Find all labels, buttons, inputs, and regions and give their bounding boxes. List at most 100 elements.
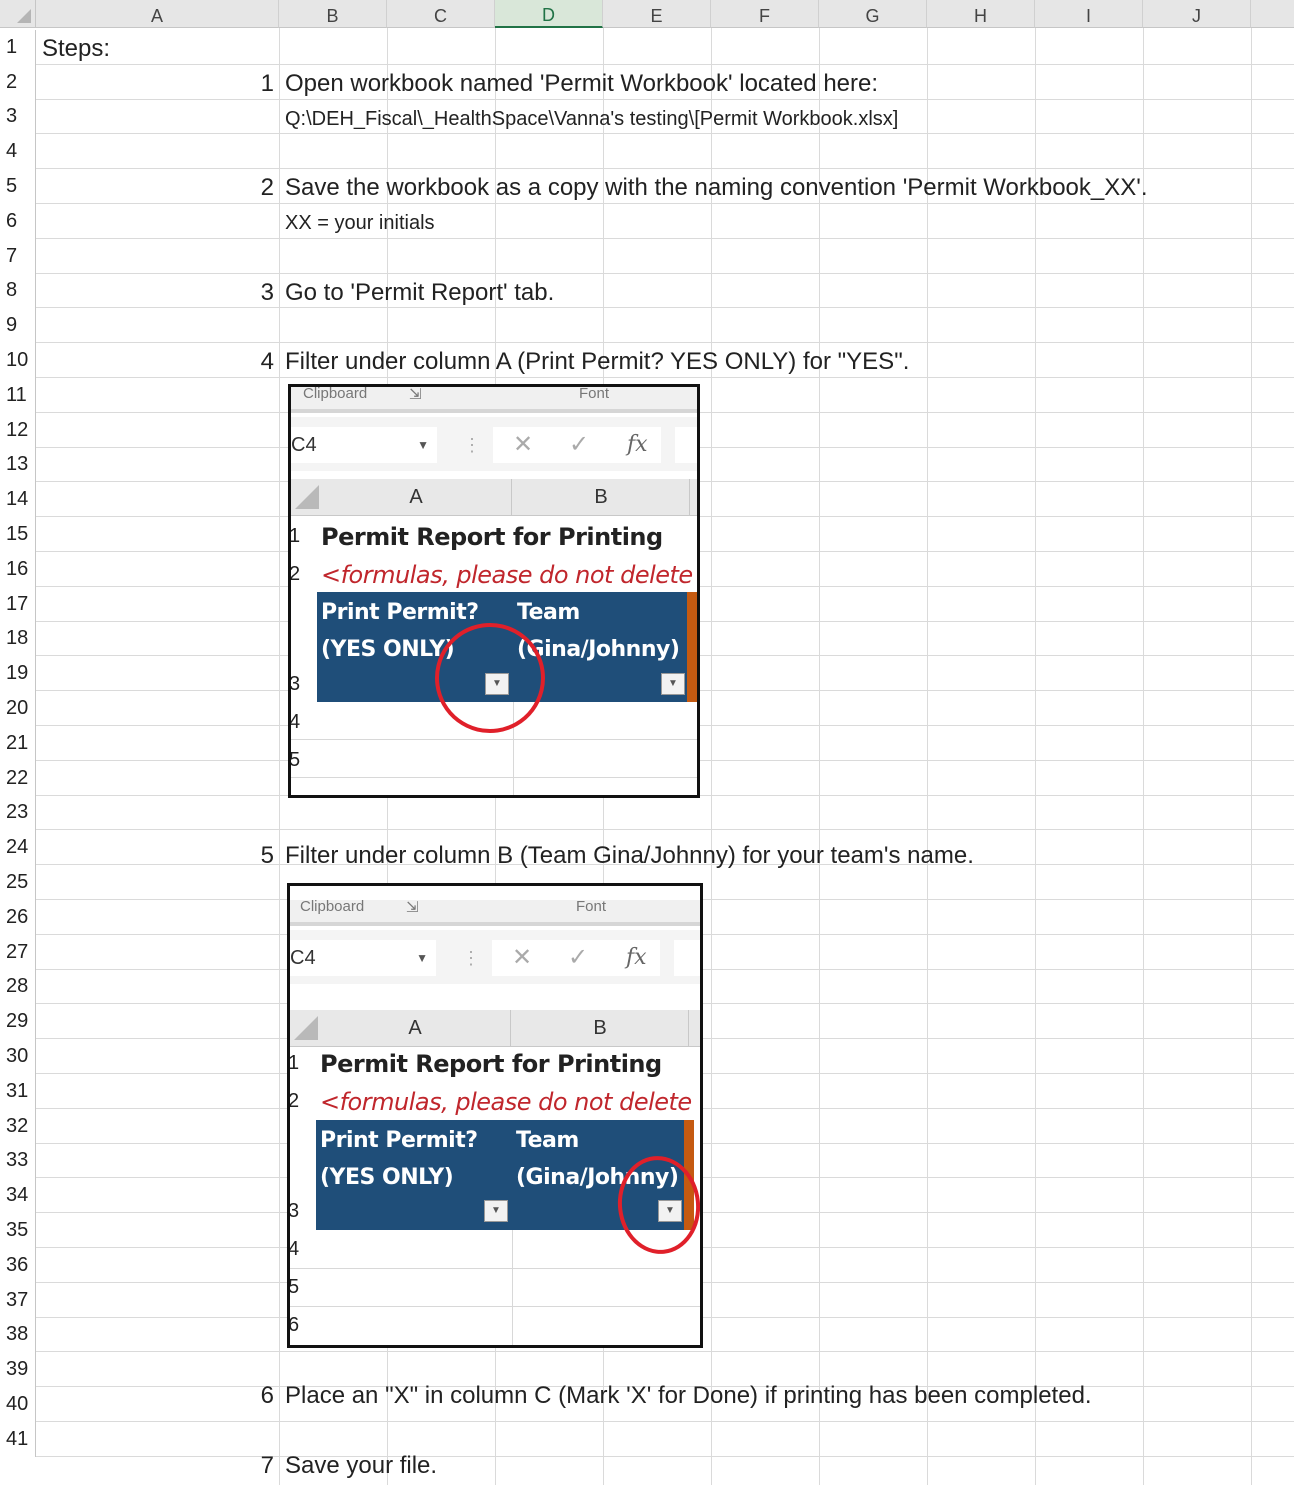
embedded-screenshot-1: Clipboard ⇲ Font C4 ▼ ⋮ ✕ ✓ fx A B 1 Perm… bbox=[288, 384, 700, 798]
step-3-text[interactable]: Go to 'Permit Report' tab. bbox=[285, 276, 554, 310]
grid-row-number: 5 bbox=[288, 1276, 300, 1298]
grid-line bbox=[36, 307, 1294, 309]
step-number[interactable]: 1 bbox=[234, 67, 274, 101]
row-header[interactable]: 1 bbox=[0, 30, 36, 65]
step-number[interactable]: 7 bbox=[234, 1449, 274, 1483]
filter-button-a[interactable]: ▼ bbox=[484, 1200, 508, 1222]
row-header[interactable]: 24 bbox=[0, 830, 36, 866]
row-header[interactable]: 21 bbox=[0, 726, 36, 761]
step-number[interactable]: 5 bbox=[234, 839, 274, 873]
step-7-text[interactable]: Save your file. bbox=[285, 1449, 437, 1483]
row-header[interactable]: 5 bbox=[0, 169, 36, 204]
filter-button-b[interactable]: ▼ bbox=[661, 673, 685, 695]
orange-edge bbox=[687, 592, 697, 702]
row-header[interactable]: 18 bbox=[0, 621, 36, 657]
step-6-text[interactable]: Place an "X" in column C (Mark 'X' for D… bbox=[285, 1379, 1092, 1413]
column-header-a[interactable]: A bbox=[36, 0, 279, 28]
grid-line bbox=[1035, 28, 1036, 1485]
row-header[interactable]: 25 bbox=[0, 865, 36, 900]
grid-col-a: A bbox=[321, 479, 512, 515]
row-header[interactable]: 16 bbox=[0, 552, 36, 587]
grid-line bbox=[36, 1351, 1294, 1353]
row-header[interactable]: 19 bbox=[0, 656, 36, 692]
select-all-icon bbox=[294, 1016, 318, 1040]
grid-line bbox=[36, 342, 1294, 344]
column-header-e[interactable]: E bbox=[603, 0, 711, 28]
row-header[interactable]: 20 bbox=[0, 691, 36, 726]
step-5-text[interactable]: Filter under column B (Team Gina/Johnny)… bbox=[285, 839, 974, 873]
row-header[interactable]: 26 bbox=[0, 900, 36, 935]
report-title: Permit Report for Printing bbox=[320, 1050, 662, 1078]
chevron-down-icon: ▼ bbox=[417, 438, 429, 452]
column-header-c[interactable]: C bbox=[387, 0, 495, 28]
row-header[interactable]: 7 bbox=[0, 238, 36, 274]
ribbon-clipboard-label: Clipboard bbox=[303, 385, 368, 402]
row-header[interactable]: 41 bbox=[0, 1422, 36, 1457]
step-2-text[interactable]: Save the workbook as a copy with the nam… bbox=[285, 171, 1148, 205]
row-header[interactable]: 40 bbox=[0, 1387, 36, 1422]
row-header[interactable]: 17 bbox=[0, 586, 36, 622]
row-header[interactable]: 14 bbox=[0, 482, 36, 518]
column-header-b[interactable]: B bbox=[279, 0, 387, 28]
step-number[interactable]: 2 bbox=[234, 171, 274, 205]
select-all-corner[interactable] bbox=[0, 0, 36, 28]
grid-row-number: 2 bbox=[288, 1090, 300, 1112]
row-header[interactable]: 15 bbox=[0, 517, 36, 552]
row-header[interactable]: 22 bbox=[0, 760, 36, 796]
row-header[interactable]: 27 bbox=[0, 934, 36, 970]
grid-line bbox=[512, 1230, 513, 1345]
header-a-line2: (YES ONLY) bbox=[320, 1165, 454, 1190]
row-header[interactable]: 35 bbox=[0, 1213, 36, 1248]
row-header[interactable]: 6 bbox=[0, 204, 36, 239]
row-header[interactable]: 33 bbox=[0, 1143, 36, 1179]
column-header-j[interactable]: J bbox=[1143, 0, 1251, 28]
grid-col-b: B bbox=[513, 479, 690, 515]
row-header[interactable]: 32 bbox=[0, 1108, 36, 1144]
name-box-value: C4 bbox=[291, 434, 317, 456]
step-number[interactable]: 3 bbox=[234, 276, 274, 310]
row-header[interactable]: 28 bbox=[0, 969, 36, 1005]
column-header-g[interactable]: G bbox=[819, 0, 927, 28]
step-number[interactable]: 6 bbox=[234, 1379, 274, 1413]
row-header[interactable]: 9 bbox=[0, 308, 36, 344]
row-header[interactable]: 31 bbox=[0, 1074, 36, 1109]
row-header[interactable]: 8 bbox=[0, 273, 36, 309]
row-header[interactable]: 10 bbox=[0, 343, 36, 378]
column-header-i[interactable]: I bbox=[1035, 0, 1143, 28]
ribbon-strip: Clipboard ⇲ Font bbox=[291, 387, 697, 413]
workbook-path[interactable]: Q:\DEH_Fiscal\_HealthSpace\Vanna's testi… bbox=[285, 102, 898, 136]
more-icon: ⋮ bbox=[463, 435, 481, 455]
row-header[interactable]: 3 bbox=[0, 99, 36, 135]
row-header[interactable]: 37 bbox=[0, 1282, 36, 1318]
row-header[interactable]: 30 bbox=[0, 1039, 36, 1074]
grid-line bbox=[291, 739, 697, 740]
column-header-h[interactable]: H bbox=[927, 0, 1035, 28]
row-header[interactable]: 39 bbox=[0, 1352, 36, 1388]
steps-label[interactable]: Steps: bbox=[42, 32, 110, 66]
row-header[interactable]: 38 bbox=[0, 1317, 36, 1353]
formula-buttons: ✕ ✓ fx bbox=[493, 427, 661, 463]
dialog-launcher-icon: ⇲ bbox=[409, 386, 422, 403]
initials-note[interactable]: XX = your initials bbox=[285, 206, 435, 240]
step-4-text[interactable]: Filter under column A (Print Permit? YES… bbox=[285, 345, 909, 379]
grid-line bbox=[927, 28, 928, 1485]
step-number[interactable]: 4 bbox=[234, 345, 274, 379]
row-header[interactable]: 11 bbox=[0, 378, 36, 413]
column-header-f[interactable]: F bbox=[711, 0, 819, 28]
grid-line bbox=[36, 1421, 1294, 1422]
header-a-line2: (YES ONLY) bbox=[321, 637, 455, 662]
row-header[interactable]: 36 bbox=[0, 1248, 36, 1283]
row-header[interactable]: 34 bbox=[0, 1178, 36, 1214]
row-header[interactable]: 12 bbox=[0, 412, 36, 448]
row-header[interactable]: 4 bbox=[0, 134, 36, 170]
row-header[interactable]: 13 bbox=[0, 447, 36, 483]
grid-line bbox=[36, 63, 1294, 65]
ribbon-font-label: Font bbox=[576, 898, 607, 915]
dialog-launcher-icon: ⇲ bbox=[406, 899, 419, 916]
column-header-d[interactable]: D bbox=[495, 0, 603, 28]
row-header[interactable]: 29 bbox=[0, 1004, 36, 1040]
row-header[interactable]: 2 bbox=[0, 64, 36, 100]
step-1-text[interactable]: Open workbook named 'Permit Workbook' lo… bbox=[285, 67, 878, 101]
grid-line bbox=[1143, 28, 1144, 1485]
row-header[interactable]: 23 bbox=[0, 795, 36, 831]
